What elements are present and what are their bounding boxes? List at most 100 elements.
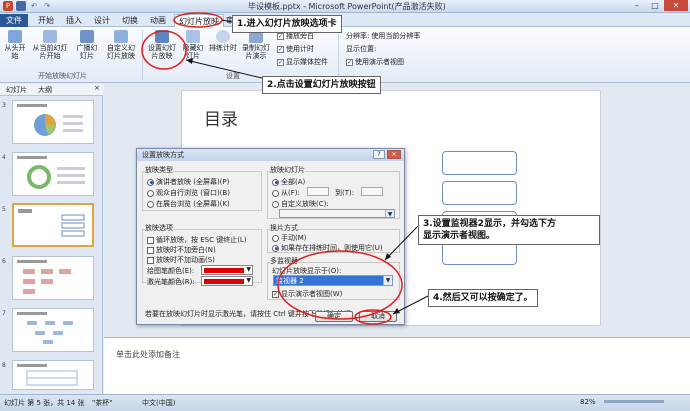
presenter-view-checkbox[interactable]: ✓ 使用演示者视图	[346, 57, 404, 67]
individual-window-radio[interactable]: 观众自行浏览 (窗口)(B)	[147, 188, 230, 198]
from-current-slide-button[interactable]: 从当前幻灯片开始	[30, 30, 70, 60]
setup-show-icon	[155, 30, 169, 43]
slide-title[interactable]: 目录	[204, 105, 238, 130]
ribbon-separator	[338, 30, 339, 80]
slide-count: 幻灯片 第 5 张，共 14 张	[4, 399, 85, 407]
setup-slide-show-button[interactable]: 设置幻灯片放映	[146, 30, 178, 60]
rehearse-timings-button[interactable]: 排练计时	[208, 30, 238, 52]
chevron-down-icon: ▼	[383, 276, 392, 285]
pen-color-picker[interactable]: ▼	[201, 265, 253, 275]
tab-slides[interactable]: 幻灯片	[6, 85, 27, 95]
redo-icon[interactable]: ↷	[42, 1, 52, 11]
toc-item-box[interactable]	[442, 181, 517, 205]
pen-color-swatch	[204, 268, 244, 273]
flowchart-thumb-icon	[17, 260, 71, 294]
checkbox-box	[147, 236, 154, 244]
powerpoint-logo-icon: P	[3, 1, 13, 11]
no-animation-checkbox[interactable]: 放映时不加动画(S)	[147, 255, 215, 265]
tab-file[interactable]: 文件	[0, 14, 28, 27]
thumb-number: 5	[2, 206, 6, 213]
radio-dot	[272, 244, 279, 252]
from-spinner[interactable]	[307, 187, 329, 196]
ring-chart-thumb-icon	[17, 156, 85, 189]
resolution-selector[interactable]: 分辨率: 使用当前分辨率	[346, 31, 420, 41]
tab-animations[interactable]: 动画	[146, 14, 170, 27]
dialog-close-button[interactable]: ✕	[387, 150, 401, 159]
laser-color-picker[interactable]: ▼	[201, 276, 253, 286]
record-slide-show-button[interactable]: 录制幻灯片演示	[240, 30, 272, 60]
custom-show-button[interactable]: 自定义幻灯片放映	[104, 30, 138, 60]
tab-outline[interactable]: 大纲	[38, 85, 52, 95]
title-bar: P ↶ ↷ 毕设模板.pptx - Microsoft PowerPoint(产…	[0, 0, 690, 13]
broadcast-button[interactable]: 广播幻灯片	[74, 30, 100, 60]
kiosk-radio[interactable]: 在展台浏览 (全屏幕)(K)	[147, 199, 230, 209]
presenter-view-checkbox[interactable]: ✓ 显示演示者视图(W)	[272, 289, 342, 299]
zoom-slider[interactable]	[604, 400, 664, 403]
all-slides-radio[interactable]: 全部(A)	[272, 177, 305, 187]
manual-radio[interactable]: 手动(M)	[272, 233, 307, 243]
thumb-number: 8	[2, 362, 6, 369]
use-timings-radio[interactable]: 如果存在排练时间，则使用它(U)	[272, 243, 383, 253]
help-button[interactable]: ?	[373, 150, 385, 159]
step3-line2: 显示演示者视图。	[423, 231, 496, 241]
undo-icon[interactable]: ↶	[29, 1, 39, 11]
show-type-legend: 放映类型	[145, 165, 173, 175]
custom-show-select[interactable]: ▼	[279, 209, 395, 218]
tab-home[interactable]: 开始	[34, 14, 58, 27]
custom-show-radio[interactable]: 自定义放映(C):	[272, 199, 329, 209]
custom-show-icon	[114, 30, 128, 43]
setup-show-dialog: 设置放映方式 ? ✕ 放映类型 演讲者放映 (全屏幕)(P) 观众自行浏览 (窗…	[136, 148, 405, 325]
checkbox-box: ✓	[272, 290, 279, 298]
no-narration-checkbox[interactable]: 放映时不加旁白(N)	[147, 245, 216, 255]
presenter-full-screen-radio[interactable]: 演讲者放映 (全屏幕)(P)	[147, 177, 229, 187]
radio-dot	[272, 200, 279, 208]
save-icon[interactable]	[16, 1, 26, 11]
cancel-button[interactable]: 取消	[359, 311, 397, 322]
language-indicator[interactable]: 中文(中国)	[142, 398, 175, 408]
ribbon-tabs: 文件 开始 插入 设计 切换 动画 幻灯片放映 审阅 视图	[0, 13, 690, 27]
chevron-down-icon: ▼	[246, 266, 251, 273]
tab-insert[interactable]: 插入	[62, 14, 86, 27]
table-thumb-icon	[17, 364, 78, 386]
toc-thumb-icon	[18, 209, 85, 237]
slideshow-current-icon	[43, 30, 57, 43]
checkbox-box: ✓	[346, 58, 353, 66]
notes-placeholder[interactable]: 单击此处添加备注	[116, 349, 180, 360]
tab-design[interactable]: 设计	[90, 14, 114, 27]
checkbox-box	[147, 246, 154, 254]
window-title: 毕设模板.pptx - Microsoft PowerPoint(产品激活失败)	[248, 2, 446, 11]
from-radio[interactable]: 从(F):	[272, 188, 300, 198]
tab-transitions[interactable]: 切换	[118, 14, 142, 27]
minimize-button[interactable]: –	[628, 0, 646, 11]
tab-slide-show[interactable]: 幻灯片放映	[174, 14, 224, 27]
zoom-level[interactable]: 82%	[580, 398, 596, 406]
use-timings-checkbox[interactable]: ✓ 使用计时	[277, 44, 314, 54]
to-spinner[interactable]	[361, 187, 383, 196]
show-on-selector[interactable]: 显示位置:	[346, 44, 376, 54]
notes-pane[interactable]: 单击此处添加备注	[104, 337, 690, 394]
theme-name: "茶杯"	[92, 399, 113, 407]
slide-thumbnail-selected[interactable]	[12, 203, 94, 247]
slide-thumbnail[interactable]	[12, 152, 94, 196]
checkbox-box: ✓	[277, 45, 284, 53]
hide-slide-button[interactable]: 隐藏幻灯片	[180, 30, 206, 60]
close-button[interactable]: ✕	[664, 0, 688, 11]
radio-dot	[272, 234, 279, 242]
step1-callout: 1.进入幻灯片放映选项卡	[232, 15, 342, 33]
slide-thumbnail[interactable]	[12, 308, 94, 352]
pie-chart-thumb-icon	[17, 104, 83, 136]
from-beginning-button[interactable]: 从头开始	[2, 30, 28, 60]
toc-item-box[interactable]	[442, 151, 517, 175]
hide-slide-icon	[186, 30, 200, 43]
slide-thumbnail[interactable]	[12, 360, 94, 390]
loop-checkbox[interactable]: 循环放映，按 ESC 键终止(L)	[147, 235, 247, 245]
show-media-controls-checkbox[interactable]: ✓ 显示媒体控件	[277, 57, 328, 67]
thumb-number: 4	[2, 154, 6, 161]
slide-thumbnail[interactable]	[12, 100, 94, 144]
close-panel-icon[interactable]: ×	[94, 84, 100, 92]
slide-thumbnail[interactable]	[12, 256, 94, 300]
ok-button[interactable]: 确定	[315, 311, 353, 322]
slides-range-legend: 放映幻灯片	[270, 165, 305, 175]
restore-button[interactable]: □	[646, 0, 664, 11]
monitor-select[interactable]: 监视器 2 ▼	[273, 275, 393, 286]
